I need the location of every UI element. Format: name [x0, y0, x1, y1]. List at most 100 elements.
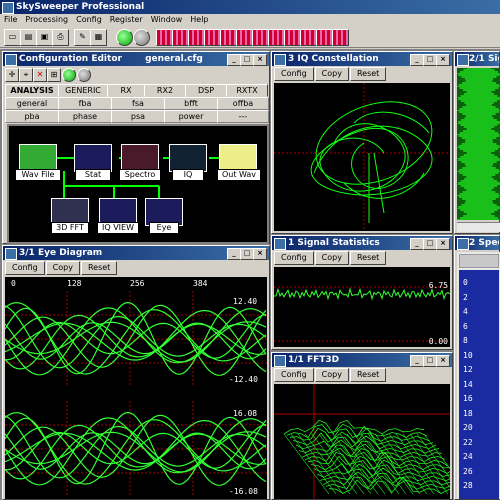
menu-processing[interactable]: Processing: [21, 14, 72, 26]
maximize-icon[interactable]: □: [423, 54, 437, 66]
eye-bot-max: 16.08: [233, 409, 258, 418]
cell-offba[interactable]: offba: [217, 97, 269, 110]
new-icon[interactable]: ▭: [4, 29, 21, 46]
iq-plot[interactable]: [274, 83, 450, 231]
stats-plot[interactable]: 6.75 0.00: [274, 267, 450, 347]
delete-icon[interactable]: ✕: [33, 68, 47, 82]
tab-dsp[interactable]: DSP: [185, 84, 227, 97]
menu-register[interactable]: Register: [106, 14, 147, 26]
start-icon[interactable]: [116, 29, 133, 46]
window-icon-3[interactable]: [188, 29, 205, 46]
eye-plot[interactable]: 0 128 256 384 12.40 -12.40 16.08 -16.08: [5, 277, 267, 499]
node-wav-file-icon[interactable]: [19, 144, 57, 172]
window-icon-12[interactable]: [332, 29, 349, 46]
cell-phase[interactable]: phase: [58, 110, 112, 123]
config-graph-canvas[interactable]: Wav File Stat Spectro IQ Out Wav 3D FFT …: [7, 124, 269, 244]
window-icon-8[interactable]: [268, 29, 285, 46]
close-icon[interactable]: ×: [436, 238, 450, 250]
halt-icon[interactable]: [77, 68, 91, 82]
config-button[interactable]: Config: [5, 261, 45, 275]
config-button[interactable]: Config: [274, 251, 314, 265]
minimize-icon[interactable]: _: [410, 238, 424, 250]
close-icon[interactable]: ×: [253, 54, 267, 66]
cursor-icon[interactable]: ✛: [5, 68, 19, 82]
window-icon-1[interactable]: [156, 29, 173, 46]
stats-titlebar: 1 Signal Statistics _ □ ×: [272, 236, 452, 250]
maximize-icon[interactable]: □: [423, 355, 437, 367]
minimize-icon[interactable]: _: [410, 54, 424, 66]
save-icon[interactable]: ▣: [36, 29, 53, 46]
menu-config[interactable]: Config: [72, 14, 106, 26]
window-icon: [457, 238, 469, 250]
close-icon[interactable]: ×: [436, 355, 450, 367]
cell-fsa[interactable]: fsa: [111, 97, 165, 110]
tool-icon[interactable]: ✎: [74, 29, 91, 46]
signal-titlebar: 2/1 Sig: [455, 52, 499, 66]
node-spectro-icon[interactable]: [121, 144, 159, 172]
copy-button[interactable]: Copy: [314, 251, 349, 265]
toolbar: ▭ ▤ ▣ ⎙ ✎ ▦: [0, 26, 500, 48]
maximize-icon[interactable]: □: [240, 248, 254, 260]
run-icon[interactable]: [62, 68, 76, 82]
window-icon-9[interactable]: [284, 29, 301, 46]
tab-rx2[interactable]: RX2: [144, 84, 186, 97]
cell-empty[interactable]: ---: [217, 110, 269, 123]
window-icon-7[interactable]: [252, 29, 269, 46]
reset-button[interactable]: Reset: [80, 261, 118, 275]
menu-help[interactable]: Help: [186, 14, 212, 26]
reset-button[interactable]: Reset: [349, 251, 387, 265]
close-icon[interactable]: ×: [436, 54, 450, 66]
open-icon[interactable]: ▤: [20, 29, 37, 46]
stats-title: 1 Signal Statistics: [288, 238, 380, 248]
window-icon-5[interactable]: [220, 29, 237, 46]
options-icon[interactable]: ▦: [90, 29, 107, 46]
node-iq-icon[interactable]: [169, 144, 207, 172]
window-icon-11[interactable]: [316, 29, 333, 46]
spectrogram-plot[interactable]: 0 2 4 6 8 10 12 14 16 18 20 22 24 26 28: [459, 270, 499, 499]
window-icon-2[interactable]: [172, 29, 189, 46]
move-icon[interactable]: ⌖: [19, 68, 33, 82]
minimize-icon[interactable]: _: [227, 248, 241, 260]
cell-power[interactable]: power: [164, 110, 218, 123]
config-button[interactable]: Config: [274, 368, 314, 382]
reset-button[interactable]: Reset: [349, 67, 387, 81]
cell-fba[interactable]: fba: [58, 97, 112, 110]
fft3d-plot[interactable]: [274, 384, 450, 499]
menu-window[interactable]: Window: [147, 14, 187, 26]
tab-analysis[interactable]: ANALYSIS: [5, 84, 59, 97]
cell-general[interactable]: general: [5, 97, 59, 110]
copy-button[interactable]: Copy: [314, 368, 349, 382]
signal-scrollbar[interactable]: [457, 222, 500, 232]
reset-button[interactable]: Reset: [349, 368, 387, 382]
close-icon[interactable]: ×: [253, 248, 267, 260]
eye-trace: [5, 307, 267, 376]
tab-rxtx[interactable]: RXTX: [226, 84, 268, 97]
minimize-icon[interactable]: _: [227, 54, 241, 66]
eye-traces: [5, 291, 267, 497]
maximize-icon[interactable]: □: [240, 54, 254, 66]
iq-trace: [274, 83, 450, 231]
print-icon[interactable]: ⎙: [52, 29, 69, 46]
node-out-wav-icon[interactable]: [219, 144, 257, 172]
maximize-icon[interactable]: □: [423, 238, 437, 250]
config-button[interactable]: Config: [274, 67, 314, 81]
stats-max: 6.75: [428, 281, 448, 290]
cell-psa[interactable]: psa: [111, 110, 165, 123]
menu-file[interactable]: File: [0, 14, 21, 26]
cell-pba[interactable]: pba: [5, 110, 59, 123]
link-icon[interactable]: ⊞: [47, 68, 61, 82]
copy-button[interactable]: Copy: [314, 67, 349, 81]
window-icon-4[interactable]: [204, 29, 221, 46]
stop-icon[interactable]: [133, 29, 150, 46]
window-icon-10[interactable]: [300, 29, 317, 46]
signal-plot[interactable]: [457, 68, 500, 220]
minimize-icon[interactable]: _: [410, 355, 424, 367]
tab-rx[interactable]: RX: [107, 84, 145, 97]
copy-button[interactable]: Copy: [45, 261, 80, 275]
tab-generic[interactable]: GENERIC: [58, 84, 108, 97]
cell-bfft[interactable]: bfft: [164, 97, 218, 110]
node-stat-icon[interactable]: [74, 144, 112, 172]
eye-xtick: 0: [11, 279, 16, 288]
node-iq-label: IQ: [172, 169, 204, 181]
window-icon-6[interactable]: [236, 29, 253, 46]
